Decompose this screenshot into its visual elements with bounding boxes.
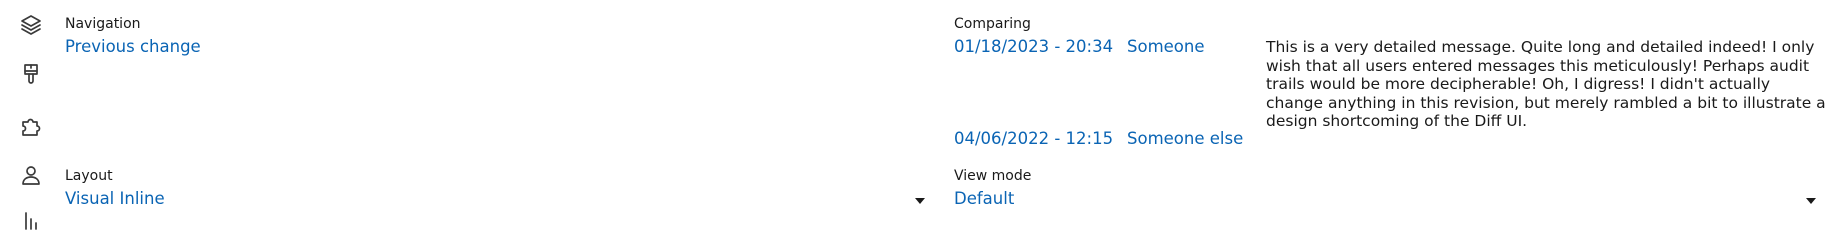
chevron-down-icon (915, 198, 925, 204)
view-mode-select-value: Default (954, 189, 1015, 208)
revision-author-link[interactable]: Someone (1127, 37, 1205, 56)
layout-select[interactable]: Visual Inline (65, 189, 925, 215)
revision-author-link[interactable]: Someone else (1127, 129, 1243, 148)
revision-message: This is a very detailed message. Quite l… (1266, 38, 1826, 130)
chart-icon[interactable] (18, 208, 44, 234)
view-mode-heading: View mode (954, 168, 1032, 184)
sidebar (0, 0, 62, 230)
previous-change-link[interactable]: Previous change (65, 37, 201, 56)
revision-date-link[interactable]: 04/06/2022 - 12:15 (954, 129, 1113, 148)
brush-icon[interactable] (18, 61, 44, 87)
user-icon[interactable] (18, 162, 44, 188)
comparing-heading: Comparing (954, 16, 1031, 32)
layout-heading: Layout (65, 168, 113, 184)
layers-icon[interactable] (18, 12, 44, 38)
layout-select-value: Visual Inline (65, 189, 165, 208)
view-mode-select[interactable]: Default (954, 189, 1816, 215)
puzzle-icon[interactable] (18, 113, 44, 139)
navigation-heading: Navigation (65, 16, 141, 32)
diff-page: Navigation Previous change Comparing 01/… (0, 0, 1847, 230)
revision-date-link[interactable]: 01/18/2023 - 20:34 (954, 37, 1113, 56)
chevron-down-icon (1806, 198, 1816, 204)
